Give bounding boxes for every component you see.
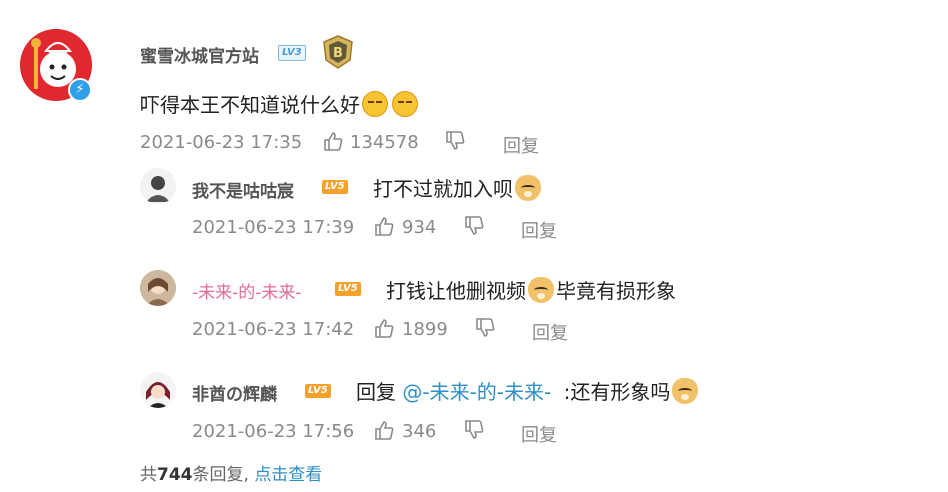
like-count: 346 xyxy=(402,421,437,442)
squint-face-icon xyxy=(362,91,388,117)
thumbs-up-icon[interactable] xyxy=(373,215,395,242)
reply-timestamp: 2021-06-23 17:39 xyxy=(192,217,355,238)
thumbs-down-icon[interactable] xyxy=(474,317,496,344)
reply-button[interactable]: 回复 xyxy=(503,132,539,158)
squint-face-icon xyxy=(392,91,418,117)
like-count: 934 xyxy=(402,217,437,238)
thumbs-down-icon[interactable] xyxy=(463,419,485,446)
level-badge: LV5 xyxy=(305,384,331,398)
reply-count-footer: 共744条回复, 点击查看 xyxy=(140,465,323,485)
thumbs-down-icon[interactable] xyxy=(444,130,466,157)
doge-icon xyxy=(515,175,541,201)
reply-avatar[interactable] xyxy=(140,270,176,306)
reply-timestamp: 2021-06-23 17:56 xyxy=(192,421,355,442)
reply-button[interactable]: 回复 xyxy=(521,217,557,243)
reply-text: 打不过就加入呗 xyxy=(373,173,541,202)
medal-icon: B xyxy=(318,34,358,70)
svg-text:B: B xyxy=(333,46,343,61)
reply-avatar[interactable] xyxy=(140,372,176,408)
thumbs-up-icon[interactable] xyxy=(322,130,344,157)
reply-button[interactable]: 回复 xyxy=(532,319,568,345)
main-timestamp: 2021-06-23 17:35 xyxy=(140,132,303,153)
thumbs-up-icon[interactable] xyxy=(373,419,395,446)
like-count: 1899 xyxy=(402,319,448,340)
reply-avatar[interactable] xyxy=(140,168,176,204)
doge-icon xyxy=(672,378,699,404)
like-count: 134578 xyxy=(350,132,419,153)
level-badge: LV5 xyxy=(322,180,348,194)
view-all-replies-link[interactable]: 点击查看 xyxy=(254,465,322,485)
level-badge: LV3 xyxy=(278,45,306,61)
reply-username[interactable]: 非酋の辉麟 xyxy=(192,380,277,405)
reply-username[interactable]: 我不是咕咕宸 xyxy=(192,177,294,202)
main-comment-text: 吓得本王不知道说什么好 xyxy=(140,89,418,118)
thumbs-up-icon[interactable] xyxy=(373,317,395,344)
thumbs-down-icon[interactable] xyxy=(463,215,485,242)
level-badge: LV5 xyxy=(335,282,361,296)
reply-timestamp: 2021-06-23 17:42 xyxy=(192,319,355,340)
reply-text: 打钱让他删视频 毕竟有损形象 xyxy=(386,277,676,303)
verified-badge-icon: ⚡ xyxy=(68,78,92,102)
doge-icon xyxy=(528,277,554,303)
reply-button[interactable]: 回复 xyxy=(521,421,557,447)
reply-text: 回复 @-未来-的-未来- :还有形象吗 xyxy=(356,376,699,405)
main-username[interactable]: 蜜雪冰城官方站 xyxy=(140,42,259,67)
mention-link[interactable]: @-未来-的-未来- xyxy=(402,380,551,404)
reply-username[interactable]: -未来-的-未来- xyxy=(192,278,302,303)
